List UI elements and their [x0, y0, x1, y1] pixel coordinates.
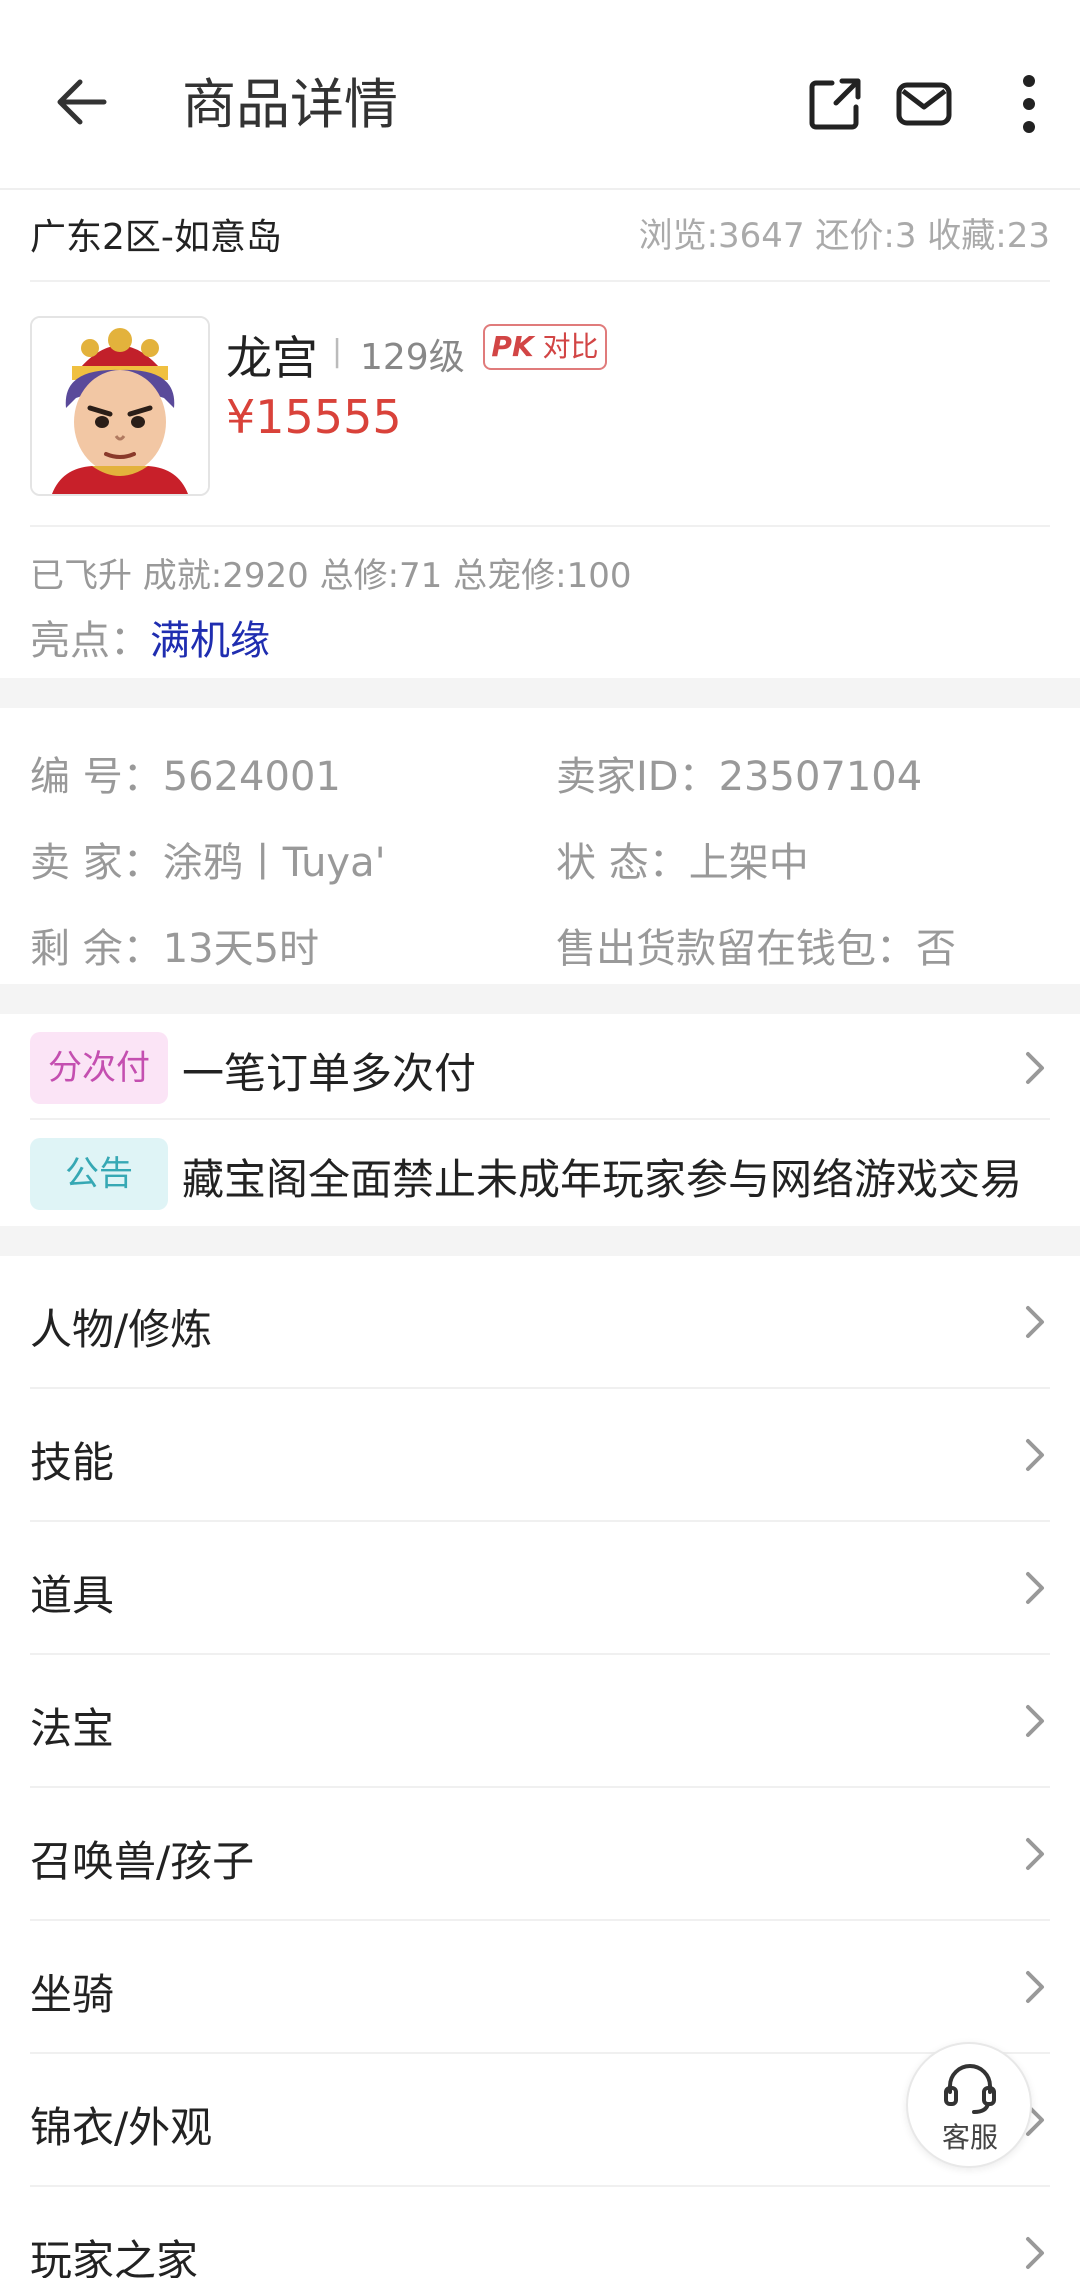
- notice-row[interactable]: 公告 藏宝阁全面禁止未成年玩家参与网络游戏交易: [30, 1120, 1050, 1226]
- installment-text: 一笔订单多次付: [182, 1049, 477, 1098]
- highlight-label: 亮点：: [30, 618, 150, 664]
- menu-label: 道具: [30, 1571, 115, 1620]
- chevron-right-icon: [1026, 1838, 1044, 1870]
- section-divider: [0, 678, 1080, 708]
- menu-item-items[interactable]: 道具: [30, 1522, 1050, 1655]
- chevron-right-icon: [1026, 1572, 1044, 1604]
- menu-item-mounts[interactable]: 坐骑: [30, 1921, 1050, 2054]
- headset-icon: [944, 2064, 996, 2114]
- attribute-line: 已飞升 成就:2920 总修:71 总宠修:100: [30, 556, 632, 596]
- avatar-image: [32, 318, 208, 494]
- wallet-setting: 售出货款留在钱包：否: [556, 926, 956, 972]
- character-avatar[interactable]: [30, 316, 210, 496]
- menu-label: 技能: [30, 1438, 115, 1487]
- compare-button[interactable]: PK 对比: [483, 324, 607, 370]
- chevron-right-icon: [1026, 1052, 1044, 1084]
- chevron-right-icon: [1026, 1705, 1044, 1737]
- app-header: 商品详情: [0, 0, 1080, 190]
- chevron-right-icon: [1026, 1971, 1044, 2003]
- menu-label: 坐骑: [30, 1970, 115, 2019]
- menu-item-treasures[interactable]: 法宝: [30, 1655, 1050, 1788]
- character-name: 龙宫: [226, 331, 318, 385]
- compare-label: 对比: [542, 330, 599, 363]
- installment-tag: 分次付: [30, 1032, 168, 1104]
- chevron-right-icon: [1026, 1306, 1044, 1338]
- back-arrow-icon[interactable]: [52, 72, 112, 132]
- menu-label: 锦衣/外观: [30, 2103, 213, 2152]
- menu-label: 召唤兽/孩子: [30, 1837, 255, 1886]
- view-stats: 浏览:3647 还价:3 收藏:23: [638, 216, 1050, 256]
- section-divider: [0, 984, 1080, 1014]
- notice-tag: 公告: [30, 1138, 168, 1210]
- highlight-value: 满机缘: [150, 618, 270, 664]
- customer-service-button[interactable]: 客服: [906, 2042, 1032, 2168]
- pk-badge: PK: [491, 330, 534, 363]
- section-divider: [0, 1226, 1080, 1256]
- installment-row[interactable]: 分次付 一笔订单多次付: [30, 1014, 1050, 1120]
- seller-name[interactable]: 卖 家：涂鸦丨Tuya': [30, 830, 386, 888]
- menu-label: 法宝: [30, 1704, 115, 1753]
- menu-label: 人物/修炼: [30, 1305, 213, 1354]
- menu-item-home[interactable]: 玩家之家: [30, 2187, 1050, 2278]
- highlight-row: 亮点：满机缘: [30, 608, 270, 666]
- menu-item-character[interactable]: 人物/修炼: [30, 1256, 1050, 1389]
- listing-status: 状 态：上架中: [556, 840, 809, 886]
- chevron-right-icon: [1026, 2237, 1044, 2269]
- name-separator: |: [332, 334, 343, 369]
- page-title: 商品详情: [182, 73, 398, 136]
- time-remaining: 剩 余：13天5时: [30, 926, 320, 972]
- chevron-right-icon: [1026, 1439, 1044, 1471]
- listing-id: 编 号：5624001: [30, 754, 341, 800]
- character-level: 129级: [360, 337, 465, 378]
- notice-text: 藏宝阁全面禁止未成年玩家参与网络游戏交易: [182, 1155, 1023, 1204]
- seller-id: 卖家ID：23507104: [556, 754, 923, 800]
- menu-label: 玩家之家: [30, 2236, 199, 2278]
- share-icon[interactable]: [806, 75, 864, 133]
- menu-item-skills[interactable]: 技能: [30, 1389, 1050, 1522]
- mail-icon[interactable]: [895, 75, 953, 133]
- menu-item-outfits[interactable]: 锦衣/外观: [30, 2054, 1050, 2187]
- price: ¥15555: [226, 390, 402, 444]
- more-icon[interactable]: [1000, 75, 1058, 133]
- summary-row: 广东2区-如意岛 浏览:3647 还价:3 收藏:23: [30, 190, 1050, 282]
- menu-item-pets[interactable]: 召唤兽/孩子: [30, 1788, 1050, 1921]
- character-card: 龙宫 | 129级 PK 对比 ¥15555: [30, 282, 1050, 527]
- server-name: 广东2区-如意岛: [30, 217, 282, 258]
- service-label: 客服: [941, 2121, 998, 2154]
